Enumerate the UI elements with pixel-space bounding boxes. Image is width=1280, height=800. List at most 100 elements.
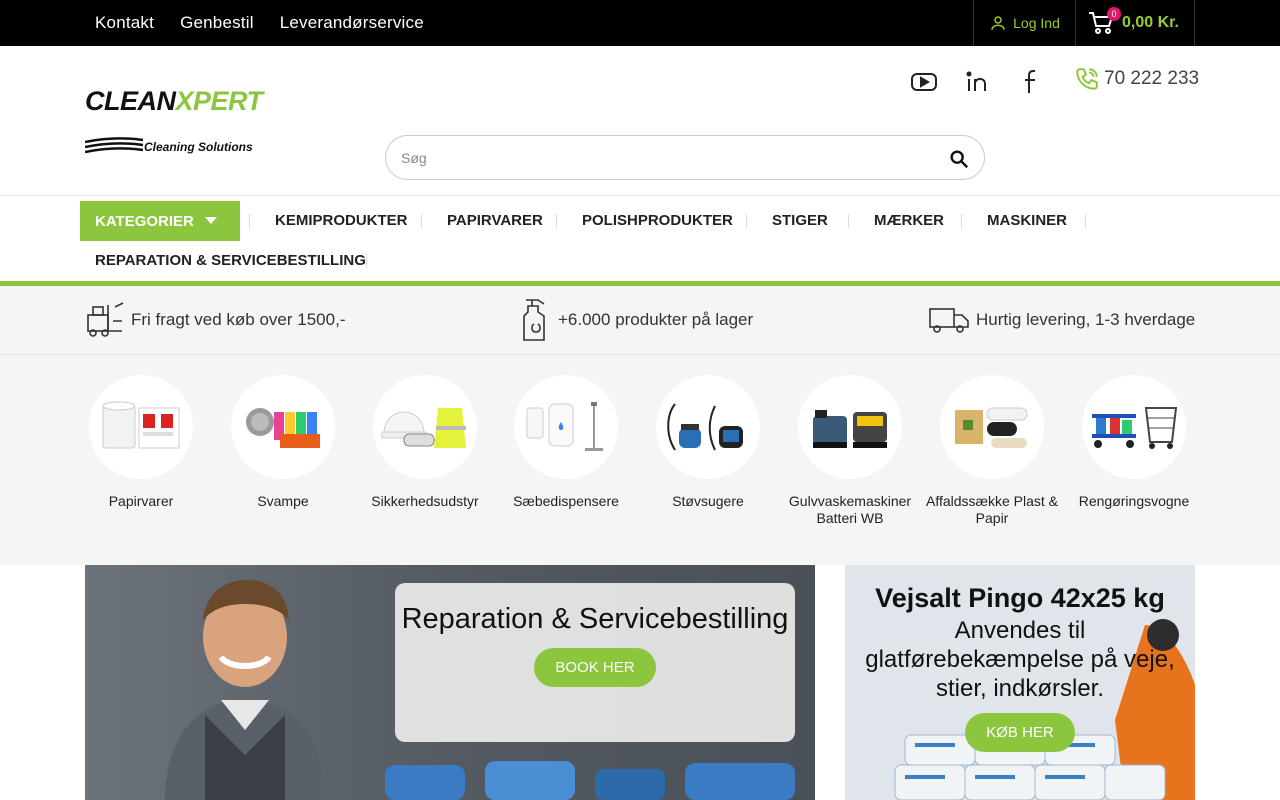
- waste-bag-icon: [955, 407, 1028, 448]
- top-link-genbestil[interactable]: Genbestil: [180, 13, 254, 33]
- category-label: Støvsugere: [672, 493, 744, 509]
- user-icon: [991, 16, 1005, 30]
- usp-fast-delivery-text: Hurtig levering, 1-3 hverdage: [976, 310, 1196, 329]
- nav-item-stiger[interactable]: STIGER: [772, 212, 828, 229]
- nav-separator: [1085, 214, 1086, 228]
- nav-item-papirvarer[interactable]: PAPIRVARER: [447, 212, 543, 229]
- nav-separator: [746, 214, 747, 228]
- service-banner[interactable]: Reparation & Servicebestilling BOOK HER: [85, 565, 815, 800]
- nav-item-maskiner[interactable]: MASKINER: [987, 212, 1067, 229]
- nav-separator: [961, 214, 962, 228]
- facebook-link[interactable]: [1017, 68, 1047, 96]
- search-bar: [385, 135, 985, 180]
- site-logo[interactable]: CLEANXPERT Cleaning Solutions: [85, 86, 265, 156]
- technician-photo: [165, 580, 325, 800]
- salt-banner-text: Anvendes til glatførebekæmpelse på veje,…: [865, 617, 1175, 702]
- category-saebedispensere[interactable]: Sæbedispensere: [495, 375, 637, 510]
- linkedin-link[interactable]: [963, 68, 993, 96]
- category-image: [89, 375, 193, 479]
- category-affaldssaekke[interactable]: Affaldssække Plast & Papir: [921, 375, 1063, 527]
- nav-separator: [421, 214, 422, 228]
- phone-number: 70 222 233: [1104, 68, 1200, 89]
- top-link-leverandoerservice[interactable]: Leverandørservice: [280, 13, 424, 33]
- categories-dropdown-button[interactable]: KATEGORIER: [80, 201, 240, 241]
- category-label: Svampe: [257, 493, 309, 509]
- sponge-icon: [246, 408, 320, 448]
- book-here-button[interactable]: BOOK HER: [534, 648, 656, 687]
- category-label: Rengøringsvogne: [1078, 493, 1190, 509]
- nav-item-maerker[interactable]: MÆRKER: [874, 212, 944, 229]
- spray-bottle-icon: [523, 299, 545, 341]
- youtube-link[interactable]: [909, 68, 939, 96]
- header-divider: [0, 195, 1280, 196]
- category-image: [656, 375, 760, 479]
- nav-separator: [366, 254, 367, 268]
- buy-here-button[interactable]: KØB HER: [965, 713, 1075, 752]
- salt-banner-title: Vejsalt Pingo 42x25 kg: [875, 583, 1165, 613]
- top-bar: Kontakt Genbestil Leverandørservice Log …: [0, 0, 1280, 46]
- nav-item-reparation-service[interactable]: REPARATION & SERVICEBESTILLING: [95, 252, 366, 269]
- logo-wordmark: CLEANXPERT: [85, 86, 263, 116]
- logo-swoosh-icon: [85, 137, 144, 154]
- vacuum-icon: [667, 403, 743, 451]
- category-label: Affaldssække Plast & Papir: [925, 493, 1059, 526]
- category-papirvarer[interactable]: Papirvarer: [70, 375, 212, 510]
- salt-banner-content: Vejsalt Pingo 42x25 kg Anvendes til glat…: [845, 583, 1195, 752]
- category-image: [514, 375, 618, 479]
- top-links: Kontakt Genbestil Leverandørservice: [95, 0, 424, 46]
- usp-bar: Fri fragt ved køb over 1500,- +6.000 pro…: [0, 286, 1280, 355]
- top-link-kontakt[interactable]: Kontakt: [95, 13, 154, 33]
- cart-count-badge: 0: [1107, 7, 1121, 21]
- cleaning-cart-icon: [1092, 407, 1178, 449]
- category-gulvvaskemaskiner[interactable]: Gulvvaskemaskiner Batteri WB: [779, 375, 921, 527]
- usp-products-text: +6.000 produkter på lager: [558, 310, 754, 329]
- account-area: Log Ind 0 0,00 Kr.: [973, 0, 1195, 46]
- equipment-background: [385, 761, 795, 800]
- nav-item-kemiprodukter[interactable]: KEMIPRODUKTER: [275, 212, 408, 229]
- cart-button[interactable]: 0 0,00 Kr.: [1075, 0, 1195, 46]
- category-sikkerhedsudstyr[interactable]: Sikkerhedsudstyr: [354, 375, 496, 510]
- category-image: [798, 375, 902, 479]
- usp-products-in-stock: +6.000 produkter på lager: [520, 286, 753, 354]
- usp-free-shipping: Fri fragt ved køb over 1500,-: [85, 286, 345, 354]
- category-rengoeringsvogne[interactable]: Rengøringsvogne: [1063, 375, 1205, 510]
- category-label: Papirvarer: [108, 493, 174, 509]
- service-banner-panel: Reparation & Servicebestilling BOOK HER: [395, 583, 795, 742]
- nav-separator: [556, 214, 557, 228]
- youtube-icon: [911, 73, 937, 91]
- category-carousel: Papirvarer Svampe Sikkerhedsudstyr Sæbed…: [0, 355, 1280, 565]
- floor-scrubber-icon: [813, 410, 887, 448]
- category-image: [940, 375, 1044, 479]
- login-button[interactable]: Log Ind: [973, 0, 1075, 46]
- nav-item-polishprodukter[interactable]: POLISHPRODUKTER: [582, 212, 733, 229]
- safety-gear-icon: [381, 408, 466, 448]
- category-stoevsugere[interactable]: Støvsugere: [637, 375, 779, 510]
- categories-label: KATEGORIER: [95, 212, 194, 230]
- usp-free-shipping-text: Fri fragt ved køb over 1500,-: [131, 310, 346, 329]
- nav-separator: [249, 214, 250, 228]
- category-image: [1082, 375, 1186, 479]
- cart-total: 0,00 Kr.: [1122, 14, 1179, 31]
- paper-roll-icon: [102, 401, 180, 449]
- nav-separator: [848, 214, 849, 228]
- service-banner-title: Reparation & Servicebestilling: [401, 603, 789, 635]
- category-label: Gulvvaskemaskiner Batteri WB: [788, 493, 912, 526]
- forklift-icon: [87, 302, 124, 337]
- usp-fast-delivery: Hurtig levering, 1-3 hverdage: [928, 286, 1195, 354]
- phone-icon: [1076, 68, 1098, 90]
- soap-dispenser-icon: [526, 402, 603, 451]
- category-image: [231, 375, 335, 479]
- search-icon[interactable]: [948, 148, 970, 170]
- category-label: Sikkerhedsudstyr: [371, 493, 479, 509]
- salt-banner[interactable]: Vejsalt Pingo 42x25 kg Anvendes til glat…: [845, 565, 1195, 800]
- truck-icon: [929, 308, 969, 333]
- chevron-down-icon: [204, 217, 217, 224]
- login-label: Log Ind: [1013, 15, 1060, 31]
- facebook-icon: [1025, 70, 1035, 93]
- linkedin-icon: [966, 71, 986, 91]
- phone-link[interactable]: 70 222 233: [1074, 66, 1199, 92]
- logo-tagline: Cleaning Solutions: [144, 140, 253, 154]
- category-image: [373, 375, 477, 479]
- search-input[interactable]: [401, 136, 921, 179]
- category-svampe[interactable]: Svampe: [212, 375, 354, 510]
